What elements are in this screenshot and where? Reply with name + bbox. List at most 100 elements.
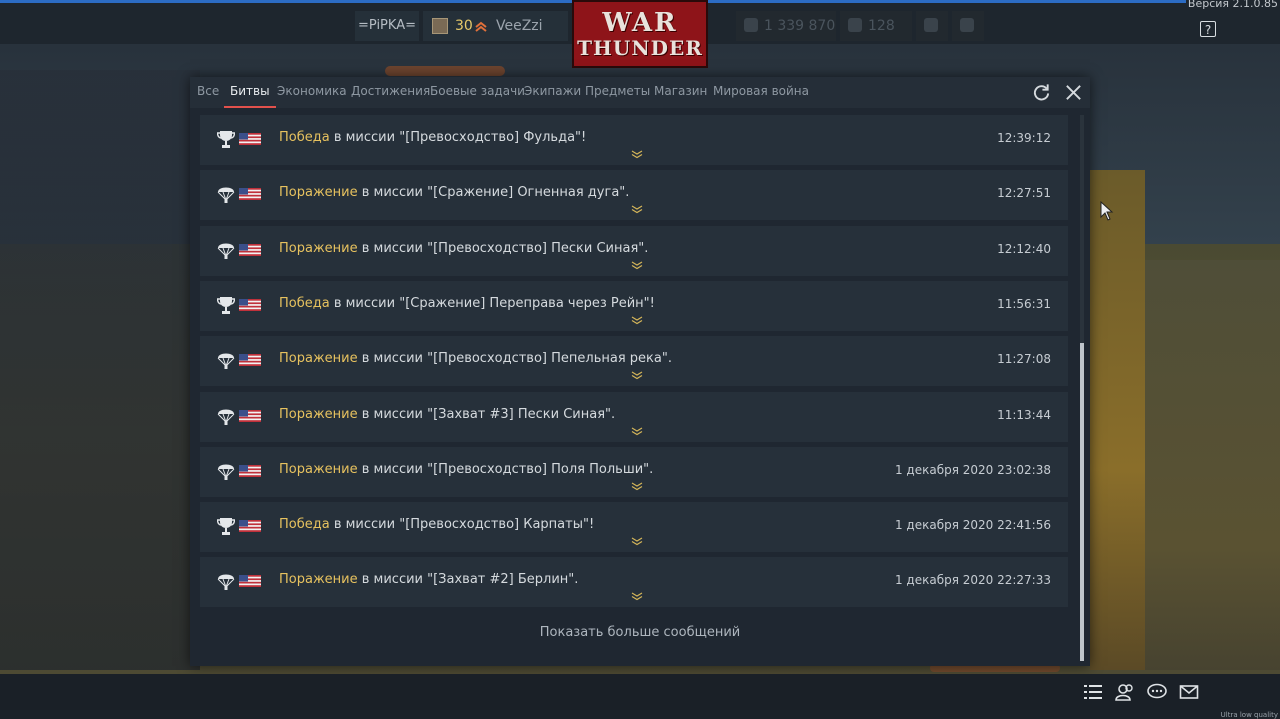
- message-text: Поражение в миссии "[Превосходство] Пепе…: [279, 351, 672, 366]
- parachute-icon: [217, 243, 235, 259]
- message-text: Поражение в миссии "[Превосходство] Поля…: [279, 462, 653, 477]
- message-row[interactable]: Поражение в миссии "[Захват #3] Пески Си…: [200, 391, 1068, 442]
- mission-text: в миссии "[Сражение] Переправа через Рей…: [329, 295, 655, 311]
- parachute-icon: [217, 409, 235, 425]
- message-time: 1 декабря 2020 23:02:38: [894, 462, 1051, 477]
- player-profile[interactable]: 30 VeeZzi: [423, 11, 568, 41]
- battle-result: Поражение: [279, 185, 358, 201]
- message-text: Победа в миссии "[Превосходство] Фульда"…: [279, 130, 586, 145]
- message-time: 1 декабря 2020 22:41:56: [894, 518, 1051, 533]
- message-row[interactable]: Поражение в миссии "[Захват #2] Берлин".…: [200, 557, 1068, 608]
- message-icons: [217, 295, 265, 315]
- expand-chevron-icon[interactable]: [630, 149, 644, 159]
- bottom-bar: [0, 674, 1280, 710]
- show-more-button[interactable]: Показать больше сообщений: [190, 625, 1090, 640]
- message-text: Поражение в миссии "[Сражение] Огненная …: [279, 185, 629, 200]
- help-button[interactable]: ?: [1200, 21, 1216, 37]
- battle-result: Победа: [279, 517, 330, 533]
- mission-text: в миссии "[Захват #2] Берлин".: [357, 572, 579, 588]
- message-time: 11:27:08: [997, 352, 1051, 367]
- game-logo: WAR THUNDER: [572, 0, 708, 68]
- message-icons: [217, 350, 265, 370]
- tab-economy[interactable]: Экономика: [277, 77, 347, 108]
- message-row[interactable]: Поражение в миссии "[Превосходство] Пепе…: [200, 336, 1068, 387]
- tab-crews[interactable]: Экипажи: [524, 77, 581, 108]
- battle-result: Победа: [279, 295, 330, 311]
- battle-result: Поражение: [279, 461, 358, 477]
- usa-flag-icon: [239, 575, 261, 588]
- expand-chevron-icon[interactable]: [630, 260, 644, 270]
- message-time: 12:12:40: [997, 241, 1051, 256]
- player-name: VeeZzi: [496, 18, 543, 34]
- tab-all[interactable]: Все: [197, 77, 219, 108]
- message-row[interactable]: Поражение в миссии "[Превосходство] Песк…: [200, 225, 1068, 276]
- parachute-icon: [217, 464, 235, 480]
- usa-flag-icon: [239, 188, 261, 201]
- message-time: 12:27:51: [997, 186, 1051, 201]
- scrollbar-thumb[interactable]: [1080, 343, 1084, 661]
- contacts-icon[interactable]: [1115, 683, 1135, 701]
- battle-result: Поражение: [279, 406, 358, 422]
- message-text: Победа в миссии "[Сражение] Переправа че…: [279, 296, 655, 311]
- usa-flag-icon: [239, 520, 261, 533]
- research-points-balance[interactable]: 128: [840, 11, 912, 41]
- messages-window: Все Битвы Экономика Достижения Боевые за…: [190, 77, 1090, 666]
- battle-result: Поражение: [279, 351, 358, 367]
- list-icon[interactable]: [1083, 683, 1103, 701]
- expand-chevron-icon[interactable]: [630, 536, 644, 546]
- shop-button[interactable]: [952, 11, 984, 41]
- usa-flag-icon: [239, 464, 261, 477]
- player-rank: 30: [455, 18, 473, 34]
- expand-chevron-icon[interactable]: [630, 315, 644, 325]
- mission-text: в миссии "[Сражение] Огненная дуга".: [357, 185, 630, 201]
- eagle-icon: [848, 18, 862, 32]
- message-text: Поражение в миссии "[Превосходство] Песк…: [279, 241, 648, 256]
- message-time: 12:39:12: [997, 131, 1051, 145]
- message-row[interactable]: Победа в миссии "[Превосходство] Карпаты…: [200, 502, 1068, 553]
- usa-flag-icon: [239, 354, 261, 367]
- message-row[interactable]: Поражение в миссии "[Превосходство] Поля…: [200, 446, 1068, 497]
- expand-chevron-icon[interactable]: [630, 204, 644, 214]
- silver-lions-balance[interactable]: 1 339 870: [736, 11, 836, 41]
- message-time: 11:13:44: [997, 407, 1051, 422]
- expand-chevron-icon[interactable]: [630, 481, 644, 491]
- close-icon[interactable]: [1064, 83, 1083, 102]
- premium-button[interactable]: [916, 11, 948, 41]
- message-icons: [217, 129, 265, 149]
- message-row[interactable]: Поражение в миссии "[Сражение] Огненная …: [200, 170, 1068, 221]
- battle-result: Поражение: [279, 240, 358, 256]
- shop-icon: [960, 18, 974, 32]
- usa-flag-icon: [239, 133, 261, 145]
- silver-lions-icon: [744, 18, 758, 32]
- chat-icon[interactable]: [1147, 683, 1167, 701]
- message-time: 1 декабря 2020 22:27:33: [894, 573, 1051, 588]
- scrollbar[interactable]: [1080, 115, 1084, 661]
- mouse-cursor-icon: [1100, 201, 1114, 221]
- message-row[interactable]: Победа в миссии "[Сражение] Переправа че…: [200, 280, 1068, 331]
- expand-chevron-icon[interactable]: [630, 370, 644, 380]
- tab-shop[interactable]: Магазин: [654, 77, 707, 108]
- parachute-icon: [217, 187, 235, 204]
- mail-icon[interactable]: [1179, 683, 1199, 701]
- tab-battles[interactable]: Битвы: [224, 77, 276, 108]
- premium-icon: [924, 18, 938, 32]
- message-icons: [217, 240, 265, 260]
- tab-world-war[interactable]: Мировая война: [713, 77, 809, 108]
- message-text: Поражение в миссии "[Захват #3] Пески Си…: [279, 407, 615, 422]
- mission-text: в миссии "[Превосходство] Пепельная река…: [357, 351, 672, 367]
- message-row[interactable]: Победа в миссии "[Превосходство] Фульда"…: [200, 115, 1068, 165]
- message-icons: [217, 406, 265, 426]
- tab-achievements[interactable]: Достижения: [351, 77, 430, 108]
- clan-tag[interactable]: =PiPKA=: [355, 11, 419, 41]
- mission-text: в миссии "[Превосходство] Поля Польши".: [357, 461, 654, 477]
- expand-chevron-icon[interactable]: [630, 591, 644, 601]
- message-icons: [217, 516, 265, 536]
- tab-battle-tasks[interactable]: Боевые задачи: [430, 77, 525, 108]
- trophy-icon: [217, 296, 235, 314]
- message-time: 11:56:31: [997, 296, 1051, 311]
- expand-chevron-icon[interactable]: [630, 426, 644, 436]
- tab-items[interactable]: Предметы: [585, 77, 650, 108]
- battle-result: Победа: [279, 130, 330, 145]
- refresh-icon[interactable]: [1032, 83, 1051, 102]
- message-icons: [217, 184, 265, 204]
